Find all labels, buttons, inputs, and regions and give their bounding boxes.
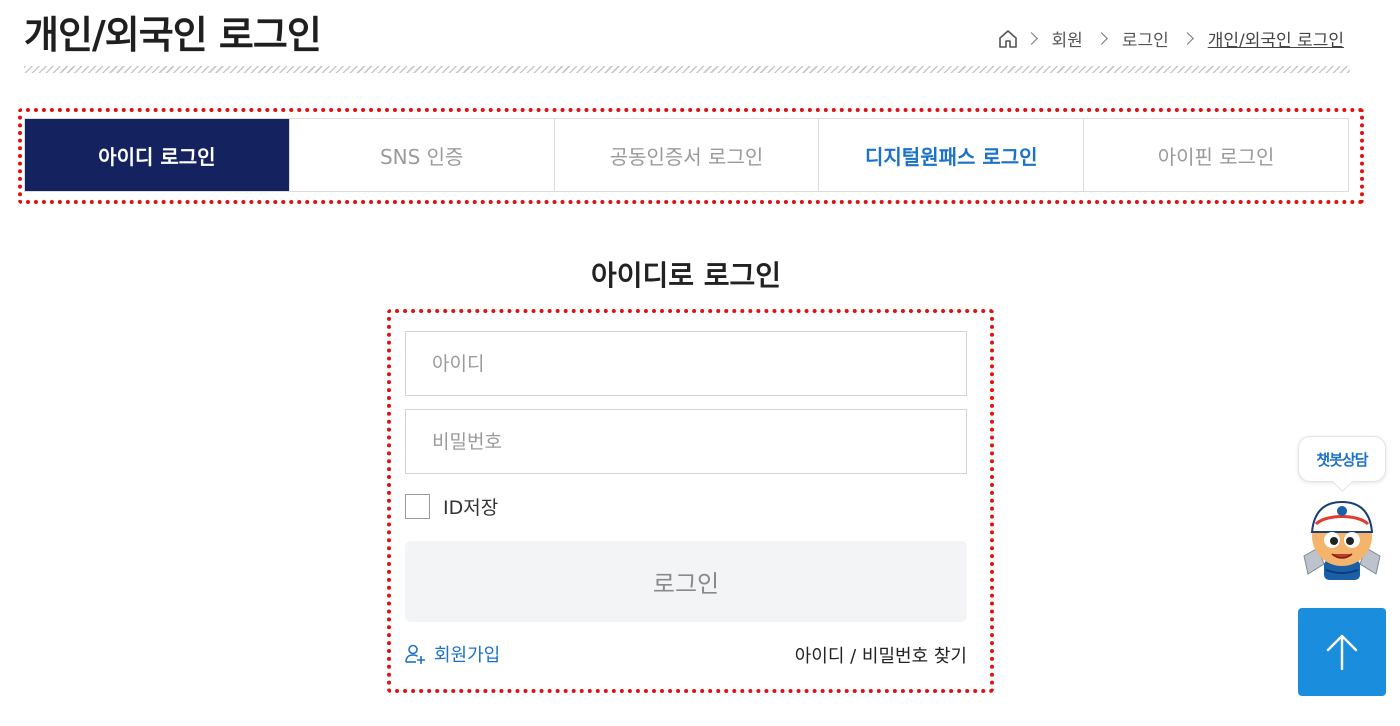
- login-method-tabs: 아이디 로그인 SNS 인증 공동인증서 로그인 디지털원패스 로그인 아이핀 …: [24, 118, 1349, 192]
- save-id-checkbox[interactable]: [405, 494, 430, 519]
- add-user-icon: [405, 644, 425, 664]
- save-id-row: ID저장: [405, 493, 498, 520]
- tab-ipin-login[interactable]: 아이핀 로그인: [1084, 119, 1348, 191]
- tab-id-login[interactable]: 아이디 로그인: [25, 119, 290, 191]
- page-title: 개인/외국인 로그인: [24, 13, 322, 57]
- tab-certificate-login[interactable]: 공동인증서 로그인: [555, 119, 820, 191]
- login-heading: 아이디로 로그인: [590, 259, 782, 292]
- breadcrumb: 회원 로그인 개인/외국인 로그인: [997, 26, 1350, 51]
- chevron-right-icon: [1024, 32, 1038, 45]
- chatbot-widget[interactable]: 챗봇상담: [1296, 436, 1388, 586]
- tab-sns-auth[interactable]: SNS 인증: [290, 119, 555, 191]
- breadcrumb-item-member[interactable]: 회원: [1052, 26, 1083, 51]
- scroll-to-top-button[interactable]: [1298, 608, 1386, 696]
- login-button[interactable]: 로그인: [405, 541, 967, 622]
- save-id-label[interactable]: ID저장: [443, 493, 498, 520]
- chatbot-mascot-icon: [1303, 500, 1381, 580]
- title-divider: [24, 66, 1350, 73]
- breadcrumb-item-current[interactable]: 개인/외국인 로그인: [1208, 26, 1344, 51]
- arrow-up-icon: [1326, 634, 1358, 671]
- join-label: 회원가입: [434, 645, 501, 666]
- tab-digital-onepass-login[interactable]: 디지털원패스 로그인: [819, 119, 1085, 191]
- find-id-password-link[interactable]: 아이디 / 비밀번호 찾기: [795, 642, 967, 668]
- join-link[interactable]: 회원가입: [404, 641, 500, 667]
- chatbot-bubble: 챗봇상담: [1298, 436, 1386, 482]
- breadcrumb-item-login[interactable]: 로그인: [1122, 26, 1169, 51]
- chevron-right-icon: [1180, 32, 1194, 45]
- password-input[interactable]: [405, 409, 967, 474]
- home-icon[interactable]: [997, 28, 1019, 50]
- chevron-right-icon: [1094, 32, 1108, 45]
- chatbot-label: 챗봇상담: [1316, 450, 1368, 469]
- id-input[interactable]: [405, 331, 967, 396]
